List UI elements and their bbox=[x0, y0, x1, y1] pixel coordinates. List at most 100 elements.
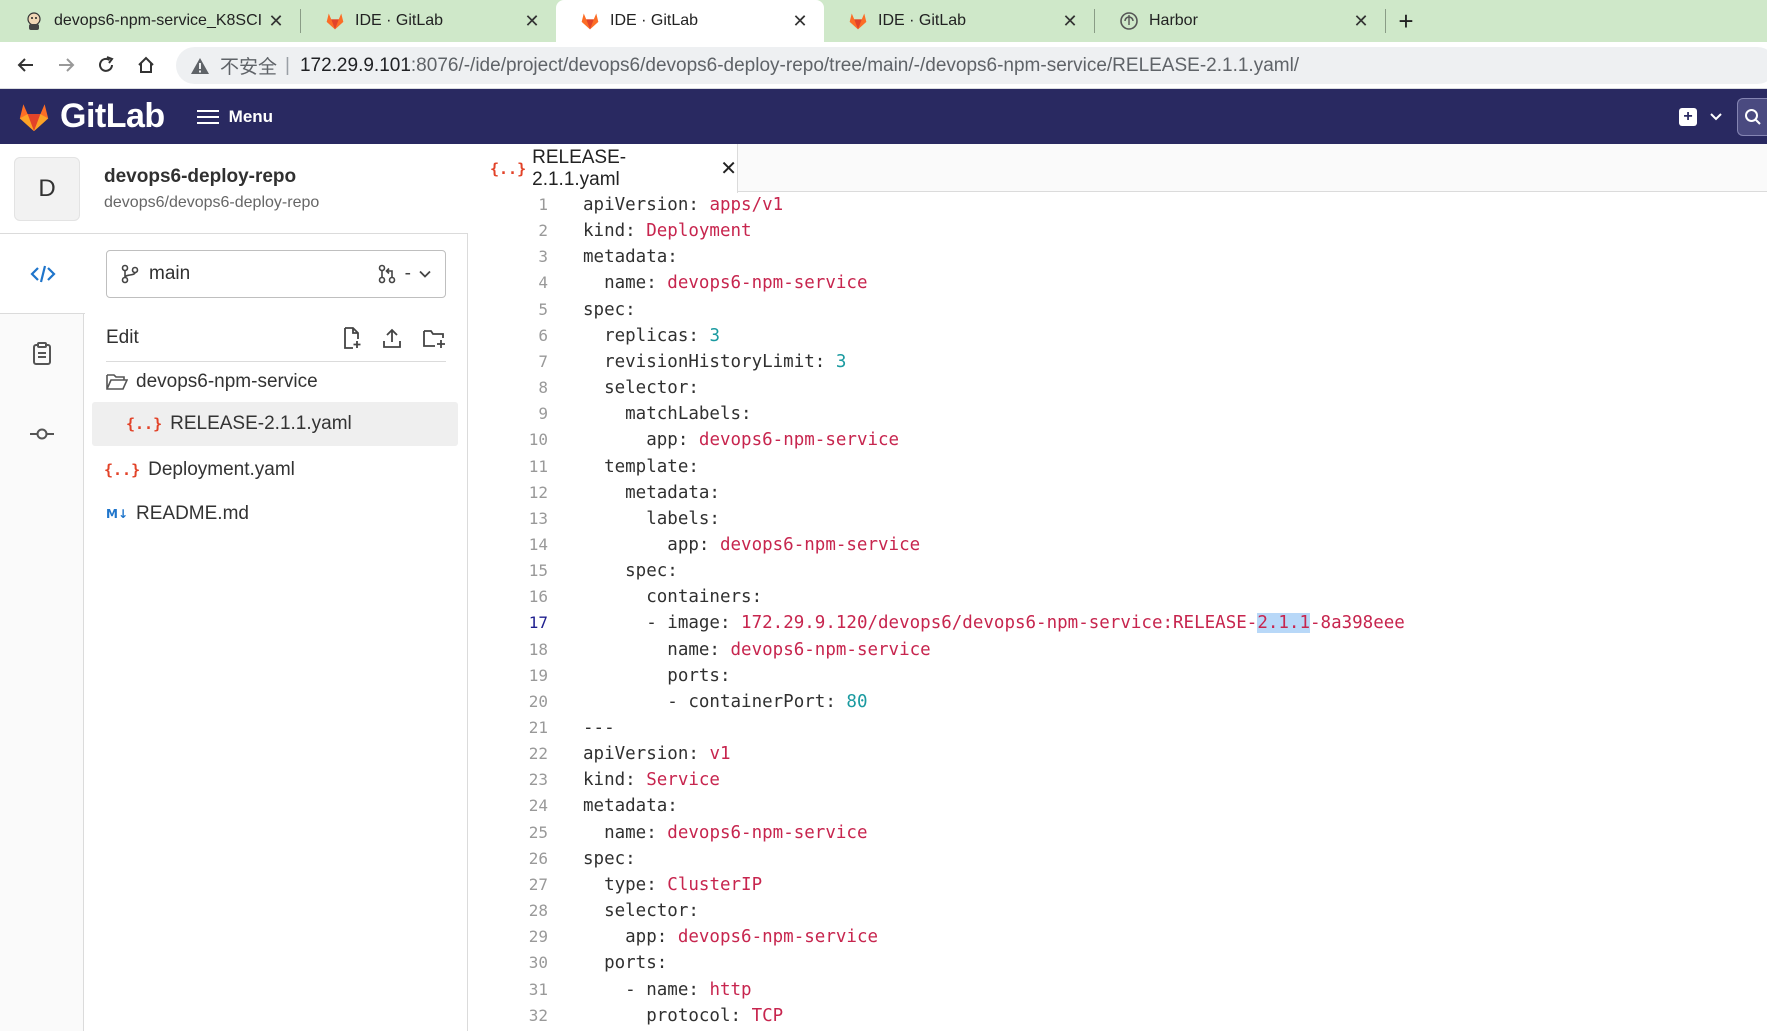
code-line[interactable]: 7 revisionHistoryLimit: 3 bbox=[468, 349, 1767, 375]
line-number: 31 bbox=[528, 980, 548, 999]
code-line[interactable]: 18 name: devops6-npm-service bbox=[468, 637, 1767, 663]
line-number: 6 bbox=[538, 326, 548, 345]
create-new-icon[interactable]: + bbox=[1679, 107, 1697, 126]
code-line[interactable]: 29 app: devops6-npm-service bbox=[468, 924, 1767, 950]
code-line[interactable]: 5 spec: bbox=[468, 297, 1767, 323]
code-line[interactable]: 26 spec: bbox=[468, 846, 1767, 872]
arrow-right-icon bbox=[59, 58, 75, 72]
code-line[interactable]: 13 labels: bbox=[468, 506, 1767, 532]
forward-button[interactable] bbox=[48, 47, 84, 83]
clipboard-icon bbox=[33, 342, 51, 365]
code-line[interactable]: 20 - containerPort: 80 bbox=[468, 689, 1767, 715]
code-line[interactable]: 1 apiVersion: apps/v1 bbox=[468, 192, 1767, 218]
project-name[interactable]: devops6-deploy-repo bbox=[104, 166, 319, 188]
code-text: --- bbox=[583, 718, 615, 738]
new-file-icon[interactable] bbox=[342, 326, 362, 349]
code-line[interactable]: 32 protocol: TCP bbox=[468, 1003, 1767, 1029]
code-line[interactable]: 17 - image: 172.29.9.120/devops6/devops6… bbox=[468, 610, 1767, 636]
project-avatar[interactable]: D bbox=[14, 156, 80, 221]
close-tab-icon[interactable]: ✕ bbox=[266, 11, 286, 32]
code-text: - image: 172.29.9.120/devops6/devops6-np… bbox=[583, 613, 1405, 633]
line-number: 3 bbox=[538, 247, 548, 266]
tree-file-deployment-yaml[interactable]: {..} Deployment.yaml bbox=[92, 448, 458, 492]
merge-request-selector[interactable]: - bbox=[377, 263, 431, 285]
address-bar: 不安全 | 172.29.9.101:8076/-/ide/project/de… bbox=[0, 42, 1767, 89]
close-tab-icon[interactable]: ✕ bbox=[522, 11, 542, 32]
browser-tab-harbor[interactable]: Harbor ✕ bbox=[1095, 0, 1385, 42]
close-tab-icon[interactable]: ✕ bbox=[1060, 11, 1080, 32]
url-input[interactable]: 不安全 | 172.29.9.101:8076/-/ide/project/de… bbox=[176, 47, 1767, 84]
code-line[interactable]: 2 kind: Deployment bbox=[468, 218, 1767, 244]
code-line[interactable]: 12 metadata: bbox=[468, 480, 1767, 506]
code-line[interactable]: 31 - name: http bbox=[468, 977, 1767, 1003]
browser-tab-gitlab-active[interactable]: IDE · GitLab ✕ bbox=[556, 0, 824, 42]
home-button[interactable] bbox=[128, 47, 164, 83]
code-line[interactable]: 9 matchLabels: bbox=[468, 401, 1767, 427]
browser-tab-gitlab-3[interactable]: IDE · GitLab ✕ bbox=[824, 0, 1094, 42]
tree-folder-item[interactable]: devops6-npm-service bbox=[92, 360, 458, 404]
code-text: name: devops6-npm-service bbox=[583, 823, 868, 843]
home-icon bbox=[138, 56, 154, 73]
gitlab-home-link[interactable]: GitLab bbox=[16, 97, 165, 136]
code-line[interactable]: 27 type: ClusterIP bbox=[468, 872, 1767, 898]
line-number: 12 bbox=[528, 483, 548, 502]
editor-tab-bar: {..} RELEASE-2.1.1.yaml ✕ bbox=[468, 144, 1767, 193]
chevron-down-icon[interactable] bbox=[1709, 110, 1723, 124]
code-line[interactable]: 8 selector: bbox=[468, 375, 1767, 401]
branch-dropdown[interactable]: main - bbox=[106, 250, 446, 298]
code-line[interactable]: 6 replicas: 3 bbox=[468, 323, 1767, 349]
code-text: ports: bbox=[583, 953, 668, 973]
close-icon[interactable]: ✕ bbox=[720, 156, 737, 181]
line-number: 19 bbox=[528, 666, 548, 685]
upload-icon[interactable] bbox=[382, 327, 402, 349]
code-line[interactable]: 21 --- bbox=[468, 715, 1767, 741]
code-editor[interactable]: 1 apiVersion: apps/v1 2 kind: Deployment 3 me… bbox=[468, 192, 1767, 1031]
code-line[interactable]: 28 selector: bbox=[468, 898, 1767, 924]
search-button[interactable] bbox=[1737, 97, 1767, 136]
code-line[interactable]: 15 spec: bbox=[468, 558, 1767, 584]
line-number: 17 bbox=[528, 613, 548, 632]
code-line[interactable]: 16 containers: bbox=[468, 584, 1767, 610]
line-number: 15 bbox=[528, 561, 548, 580]
code-line[interactable]: 22 apiVersion: v1 bbox=[468, 741, 1767, 767]
line-number: 1 bbox=[538, 195, 548, 214]
code-line[interactable]: 11 template: bbox=[468, 454, 1767, 480]
code-line[interactable]: 19 ports: bbox=[468, 663, 1767, 689]
line-number: 29 bbox=[528, 927, 548, 946]
code-line[interactable]: 14 app: devops6-npm-service bbox=[468, 532, 1767, 558]
browser-tab-gitlab-1[interactable]: IDE · GitLab ✕ bbox=[301, 0, 556, 42]
back-button[interactable] bbox=[8, 47, 44, 83]
line-number: 32 bbox=[528, 1006, 548, 1025]
url-host: 172.29.9.101 bbox=[299, 54, 411, 76]
tree-file-release-yaml[interactable]: {..} RELEASE-2.1.1.yaml bbox=[92, 402, 458, 446]
review-mode-button[interactable] bbox=[0, 314, 84, 394]
new-tab-button[interactable]: + bbox=[1386, 0, 1426, 42]
line-number: 27 bbox=[528, 875, 548, 894]
code-line[interactable]: 10 app: devops6-npm-service bbox=[468, 427, 1767, 453]
line-number: 25 bbox=[528, 823, 548, 842]
code-line[interactable]: 23 kind: Service bbox=[468, 767, 1767, 793]
code-line[interactable]: 24 metadata: bbox=[468, 793, 1767, 819]
edit-toolbar: Edit bbox=[106, 314, 446, 362]
code-text: template: bbox=[583, 457, 699, 477]
jenkins-icon bbox=[24, 11, 44, 31]
harbor-icon bbox=[1119, 11, 1139, 31]
line-number: 2 bbox=[538, 221, 548, 240]
arrow-left-icon bbox=[17, 58, 33, 72]
code-line[interactable]: 25 name: devops6-npm-service bbox=[468, 820, 1767, 846]
hamburger-icon bbox=[196, 106, 219, 128]
editor-tab-release-yaml[interactable]: {..} RELEASE-2.1.1.yaml ✕ bbox=[468, 144, 738, 193]
edit-mode-button[interactable] bbox=[0, 234, 85, 314]
close-tab-icon[interactable]: ✕ bbox=[1351, 11, 1371, 32]
code-line[interactable]: 4 name: devops6-npm-service bbox=[468, 270, 1767, 296]
browser-tab-jenkins[interactable]: devops6-npm-service_K8SCI [ ✕ bbox=[0, 0, 300, 42]
code-line[interactable]: 3 metadata: bbox=[468, 244, 1767, 270]
commit-mode-button[interactable] bbox=[0, 394, 84, 474]
new-folder-icon[interactable] bbox=[422, 327, 446, 349]
reload-button[interactable] bbox=[88, 47, 124, 83]
close-tab-icon[interactable]: ✕ bbox=[790, 11, 810, 32]
tree-file-readme[interactable]: M↓ README.md bbox=[92, 492, 458, 536]
menu-button[interactable]: Menu bbox=[196, 106, 273, 128]
code-line[interactable]: 30 ports: bbox=[468, 950, 1767, 976]
code-text: kind: Deployment bbox=[583, 221, 752, 241]
